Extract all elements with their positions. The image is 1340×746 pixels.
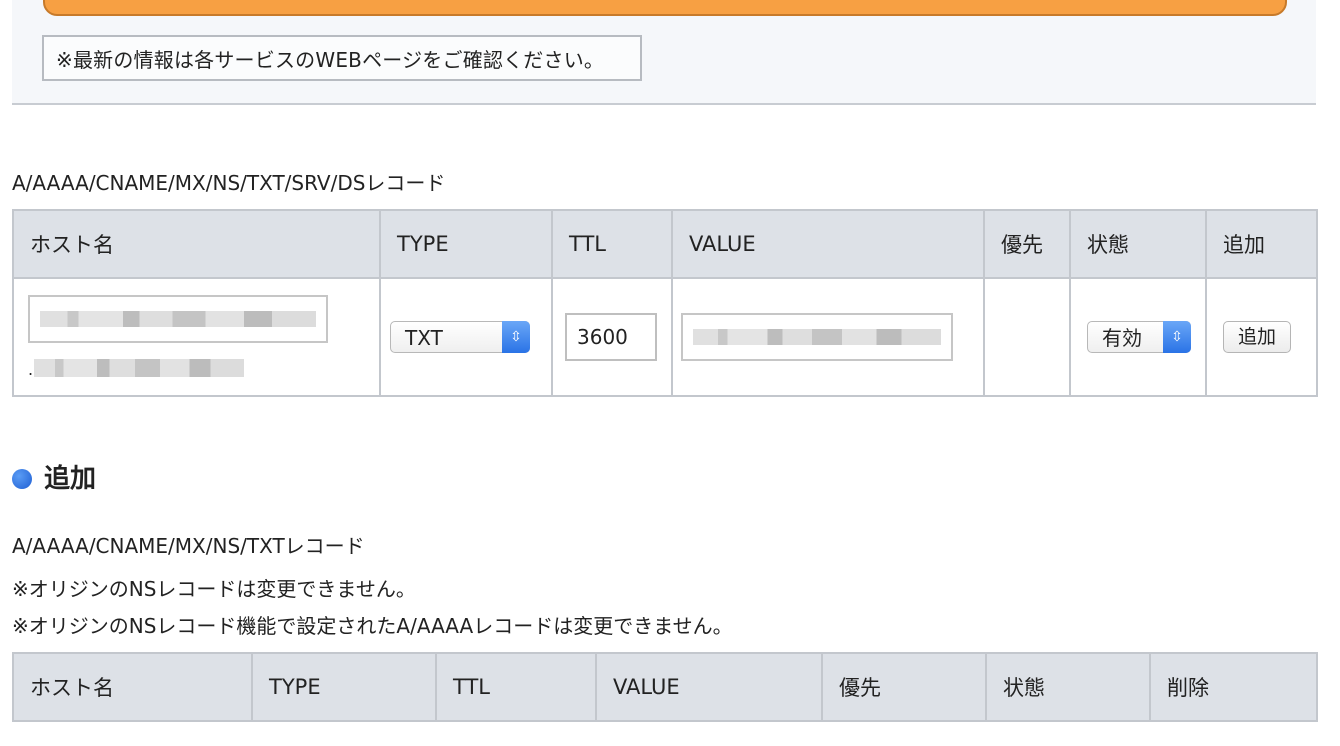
- add-cell: 追加: [1205, 277, 1318, 397]
- table-header-row: ホスト名 TYPE TTL VALUE 優先 状態 追加: [12, 209, 1318, 279]
- type-selected-value: TXT: [405, 326, 443, 350]
- hostname-input[interactable]: [28, 295, 328, 343]
- header-status: 状態: [985, 652, 1151, 722]
- status-selected-value: 有効: [1102, 326, 1142, 350]
- section-heading: 追加: [12, 461, 96, 497]
- notice-box: ※最新の情報は各サービスのWEBページをご確認ください。: [42, 35, 642, 81]
- status-select[interactable]: 有効 ⇳: [1087, 321, 1191, 353]
- value-input[interactable]: [681, 313, 953, 361]
- note-a-record: ※オリジンのNSレコード機能で設定されたA/AAAAレコードは変更できません。: [12, 614, 733, 638]
- list-section-label: A/AAAA/CNAME/MX/NS/TXTレコード: [12, 534, 365, 558]
- add-record-table: ホスト名 TYPE TTL VALUE 優先 状態 追加 . TXT ⇳ 360…: [12, 209, 1318, 397]
- header-type: TYPE: [251, 652, 437, 722]
- redacted-domain: [34, 359, 244, 377]
- redacted-text: [693, 329, 941, 345]
- ttl-input[interactable]: 3600: [565, 313, 657, 361]
- priority-cell: [983, 277, 1071, 397]
- table-header-row: ホスト名 TYPE TTL VALUE 優先 状態 削除: [12, 652, 1318, 722]
- chevron-updown-icon: ⇳: [1163, 321, 1191, 353]
- type-select[interactable]: TXT ⇳: [390, 321, 530, 353]
- chevron-updown-icon: ⇳: [502, 321, 530, 353]
- header-status: 状態: [1069, 209, 1207, 279]
- value-cell: [671, 277, 985, 397]
- header-add: 追加: [1205, 209, 1318, 279]
- header-hostname: ホスト名: [12, 209, 381, 279]
- header-ttl: TTL: [435, 652, 597, 722]
- add-button[interactable]: 追加: [1223, 321, 1292, 353]
- header-value: VALUE: [595, 652, 823, 722]
- header-priority: 優先: [821, 652, 987, 722]
- hostname-cell: .: [12, 277, 381, 397]
- type-cell: TXT ⇳: [379, 277, 553, 397]
- header-value: VALUE: [671, 209, 985, 279]
- record-list-table: ホスト名 TYPE TTL VALUE 優先 状態 削除: [12, 652, 1318, 722]
- header-hostname: ホスト名: [12, 652, 253, 722]
- status-cell: 有効 ⇳: [1069, 277, 1207, 397]
- bullet-icon: [12, 469, 32, 489]
- table-row: . TXT ⇳ 3600 有効 ⇳ 追加: [12, 277, 1318, 397]
- section-heading-text: 追加: [44, 464, 97, 494]
- domain-suffix: .: [28, 357, 379, 379]
- header-ttl: TTL: [551, 209, 673, 279]
- header-delete: 削除: [1149, 652, 1318, 722]
- header-priority: 優先: [983, 209, 1071, 279]
- note-ns-record: ※オリジンのNSレコードは変更できません。: [12, 577, 416, 601]
- orange-banner: [43, 0, 1287, 16]
- domain-dot: .: [28, 360, 34, 379]
- ttl-cell: 3600: [551, 277, 673, 397]
- add-record-section-label: A/AAAA/CNAME/MX/NS/TXT/SRV/DSレコード: [12, 171, 446, 195]
- redacted-text: [40, 311, 316, 327]
- info-panel: ※最新の情報は各サービスのWEBページをご確認ください。: [12, 0, 1316, 105]
- header-type: TYPE: [379, 209, 553, 279]
